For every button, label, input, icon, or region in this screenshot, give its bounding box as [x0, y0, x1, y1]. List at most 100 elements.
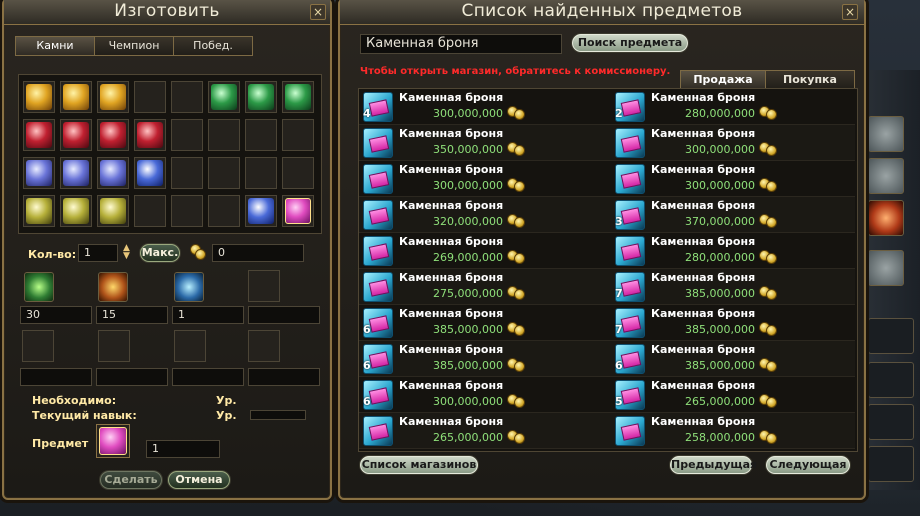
- item-price: 385,000,000: [433, 323, 503, 336]
- gem-slot-empty[interactable]: [208, 195, 240, 227]
- list-item[interactable]: Каменная броня 300,000,000: [613, 126, 853, 160]
- ingredient-icon-green[interactable]: [24, 272, 54, 302]
- search-button[interactable]: Поиск предмета: [572, 34, 688, 52]
- gem-slot-empty[interactable]: [171, 119, 203, 151]
- list-item[interactable]: Каменная броня 300,000,000: [613, 162, 853, 196]
- empty-slot[interactable]: [868, 362, 914, 398]
- ingredient-icon-orange[interactable]: [98, 272, 128, 302]
- gem-slot-empty[interactable]: [282, 119, 314, 151]
- gem-slot-yellow[interactable]: [60, 195, 92, 227]
- gem-slot-yellow[interactable]: [23, 195, 55, 227]
- ingredient-slot-empty[interactable]: [174, 330, 206, 362]
- craft-window-title: Изготовить: [4, 0, 330, 25]
- gem-slot-empty[interactable]: [208, 119, 240, 151]
- gem-slot-empty[interactable]: [282, 157, 314, 189]
- list-item[interactable]: 4 Каменная броня 300,000,000: [361, 90, 601, 124]
- skill-icon[interactable]: [868, 116, 904, 152]
- list-item[interactable]: Каменная броня 300,000,000: [361, 162, 601, 196]
- tab-buy[interactable]: Покупка: [765, 70, 855, 90]
- max-button[interactable]: Макс.: [140, 244, 180, 262]
- gem-slot-diamond[interactable]: [245, 195, 277, 227]
- empty-slot[interactable]: [868, 318, 914, 354]
- ingredient-slot-empty[interactable]: [248, 330, 280, 362]
- gem-slot-pink-selected[interactable]: [282, 195, 314, 227]
- list-item[interactable]: Каменная броня 350,000,000: [361, 126, 601, 160]
- gem-slot-red[interactable]: [60, 119, 92, 151]
- make-button[interactable]: Сделать: [100, 471, 162, 489]
- gem-slot-empty[interactable]: [245, 119, 277, 151]
- gem-slot-empty[interactable]: [245, 157, 277, 189]
- item-name: Каменная броня: [651, 379, 756, 392]
- gem-slot-blue[interactable]: [97, 157, 129, 189]
- ingredient-count: 30: [20, 306, 92, 324]
- next-page-button[interactable]: Следующая: [766, 456, 850, 474]
- gem-slot-empty[interactable]: [134, 81, 166, 113]
- quantity-input[interactable]: 1: [78, 244, 118, 262]
- gem-slot-green[interactable]: [245, 81, 277, 113]
- item-price: 258,000,000: [685, 431, 755, 444]
- list-item[interactable]: 6 Каменная броня 300,000,000: [361, 378, 601, 412]
- list-row: Каменная броня 300,000,000 Каменная броня 3…: [359, 161, 855, 197]
- list-item[interactable]: Каменная броня 275,000,000: [361, 270, 601, 304]
- list-item[interactable]: 6 Каменная броня 385,000,000: [361, 306, 601, 340]
- item-count: 7: [615, 287, 623, 300]
- close-icon[interactable]: ×: [842, 4, 858, 20]
- ingredient-slot-empty[interactable]: [248, 270, 280, 302]
- list-item[interactable]: Каменная броня 320,000,000: [361, 198, 601, 232]
- tab-champion[interactable]: Чемпион: [94, 36, 174, 56]
- list-item[interactable]: 3 Каменная броня 370,000,000: [613, 198, 853, 232]
- list-item[interactable]: Каменная броня 269,000,000: [361, 234, 601, 268]
- gem-slot-empty[interactable]: [171, 157, 203, 189]
- item-name: Каменная броня: [399, 307, 504, 320]
- stone-armor-icon: [363, 164, 393, 194]
- gem-slot-empty[interactable]: [208, 157, 240, 189]
- list-item[interactable]: 2 Каменная броня 280,000,000: [613, 90, 853, 124]
- gem-slot-blue[interactable]: [23, 157, 55, 189]
- skill-icon[interactable]: [868, 158, 904, 194]
- gem-slot-red[interactable]: [97, 119, 129, 151]
- tab-gems[interactable]: Камни: [15, 36, 95, 56]
- shop-list-button[interactable]: Список магазинов: [360, 456, 478, 474]
- ingredient-slot-empty[interactable]: [98, 330, 130, 362]
- gem-slot-red[interactable]: [134, 119, 166, 151]
- list-item[interactable]: 7 Каменная броня 385,000,000: [613, 306, 853, 340]
- list-item[interactable]: Каменная броня 258,000,000: [613, 414, 853, 448]
- result-item-slot[interactable]: [96, 424, 130, 458]
- gem-slot-empty[interactable]: [134, 195, 166, 227]
- cancel-button[interactable]: Отмена: [168, 471, 230, 489]
- prev-page-button[interactable]: Предыдущая: [670, 456, 757, 474]
- list-item[interactable]: Каменная броня 280,000,000: [613, 234, 853, 268]
- gem-slot-yellow[interactable]: [97, 195, 129, 227]
- ingredient-count: 15: [96, 306, 168, 324]
- adena-coin-icon: [759, 392, 777, 408]
- gem-slot-gold[interactable]: [97, 81, 129, 113]
- list-item[interactable]: 7 Каменная броня 385,000,000: [613, 270, 853, 304]
- close-icon[interactable]: ×: [310, 4, 326, 20]
- gem-slot-green[interactable]: [208, 81, 240, 113]
- search-input[interactable]: Каменная броня: [360, 34, 562, 54]
- adena-coin-icon: [507, 356, 525, 372]
- gem-slot-gold[interactable]: [23, 81, 55, 113]
- ingredient-slot-empty[interactable]: [22, 330, 54, 362]
- ingredient-icon-blue[interactable]: [174, 272, 204, 302]
- list-item[interactable]: 5 Каменная броня 265,000,000: [613, 378, 853, 412]
- empty-slot[interactable]: [868, 446, 914, 482]
- list-item[interactable]: Каменная броня 265,000,000: [361, 414, 601, 448]
- craft-tabs: Камни Чемпион Побед.: [15, 36, 253, 56]
- skill-icon[interactable]: [868, 250, 904, 286]
- gem-slot-blue[interactable]: [60, 157, 92, 189]
- gem-slot-red[interactable]: [23, 119, 55, 151]
- gem-slot-empty[interactable]: [171, 81, 203, 113]
- quantity-stepper-icon[interactable]: ▲ ▼: [123, 244, 130, 261]
- gem-slot-green[interactable]: [282, 81, 314, 113]
- tab-victory[interactable]: Побед.: [173, 36, 253, 56]
- tab-sell[interactable]: Продажа: [680, 70, 766, 90]
- skill-icon[interactable]: [868, 200, 904, 236]
- list-item[interactable]: 6 Каменная броня 385,000,000: [613, 342, 853, 376]
- list-item[interactable]: 6 Каменная броня 385,000,000: [361, 342, 601, 376]
- gem-slot-diamond-blue[interactable]: [134, 157, 166, 189]
- gem-slot-gold[interactable]: [60, 81, 92, 113]
- adena-field[interactable]: 0: [212, 244, 304, 262]
- gem-slot-empty[interactable]: [171, 195, 203, 227]
- empty-slot[interactable]: [868, 404, 914, 440]
